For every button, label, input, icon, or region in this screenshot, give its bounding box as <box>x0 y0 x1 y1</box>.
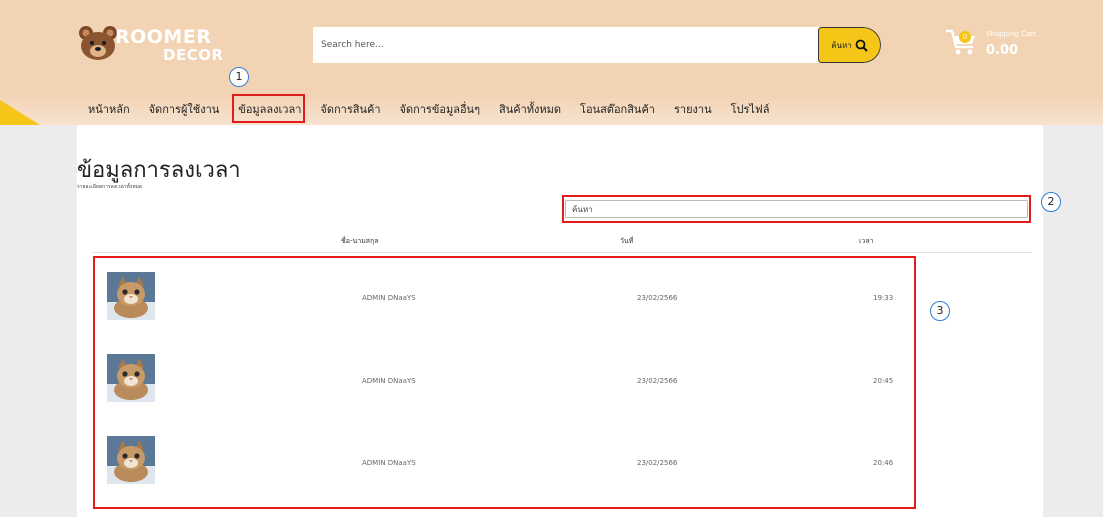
page-title: ข้อมูลการลงเวลา <box>77 158 241 183</box>
brand-name-line2: DECOR <box>163 46 224 64</box>
header-search-input[interactable] <box>313 27 803 63</box>
main-nav: หน้าหลัก จัดการผู้ใช้งาน ข้อมูลลงเวลา จั… <box>88 101 788 119</box>
nav-item-manage-users[interactable]: จัดการผู้ใช้งาน <box>149 101 220 119</box>
column-header-name: ชื่อ-นามสกุล <box>341 237 379 245</box>
column-header-date: วันที่ <box>620 237 634 245</box>
cart-total: 0.00 <box>986 43 1019 58</box>
brand-name-line1: ROOMER <box>115 26 212 48</box>
nav-item-profile[interactable]: โปรไฟล์ <box>731 101 770 119</box>
search-button-label: ค้นหา <box>831 40 852 50</box>
nav-item-reports[interactable]: รายงาน <box>674 101 712 119</box>
annotation-box-nav-time-attendance <box>232 94 305 123</box>
cart-title: Shopping Cart <box>986 30 1036 38</box>
table-header-divider <box>92 252 1032 253</box>
annotation-marker-3: 3 <box>930 301 950 321</box>
brand-logo[interactable]: ROOMER DECOR <box>75 20 225 68</box>
nav-item-manage-other-data[interactable]: จัดการข้อมูลอื่นๆ <box>400 101 481 119</box>
annotation-marker-1: 1 <box>229 67 249 87</box>
search-icon <box>855 39 868 52</box>
annotation-marker-2: 2 <box>1041 192 1061 212</box>
shopping-cart[interactable]: 0 Shopping Cart 0.00 <box>945 25 1065 65</box>
nav-item-home[interactable]: หน้าหลัก <box>88 101 130 119</box>
nav-item-manage-products[interactable]: จัดการสินค้า <box>320 101 380 119</box>
column-header-time: เวลา <box>859 237 874 245</box>
site-header: ROOMER DECOR ค้นหา 0 Shopping Cart 0.00 … <box>0 0 1103 125</box>
nav-item-stock-transfer[interactable]: โอนสต๊อกสินค้า <box>580 101 655 119</box>
cart-count-badge: 0 <box>959 31 971 43</box>
header-search-bar: ค้นหา <box>313 27 881 63</box>
page-subtitle: รายละเอียดการลงเวลาทั้งหมด <box>77 184 143 190</box>
annotation-box-search <box>562 195 1031 223</box>
nav-item-all-products[interactable]: สินค้าทั้งหมด <box>499 101 561 119</box>
annotation-box-table-rows <box>93 256 916 509</box>
header-search-button[interactable]: ค้นหา <box>818 27 881 63</box>
